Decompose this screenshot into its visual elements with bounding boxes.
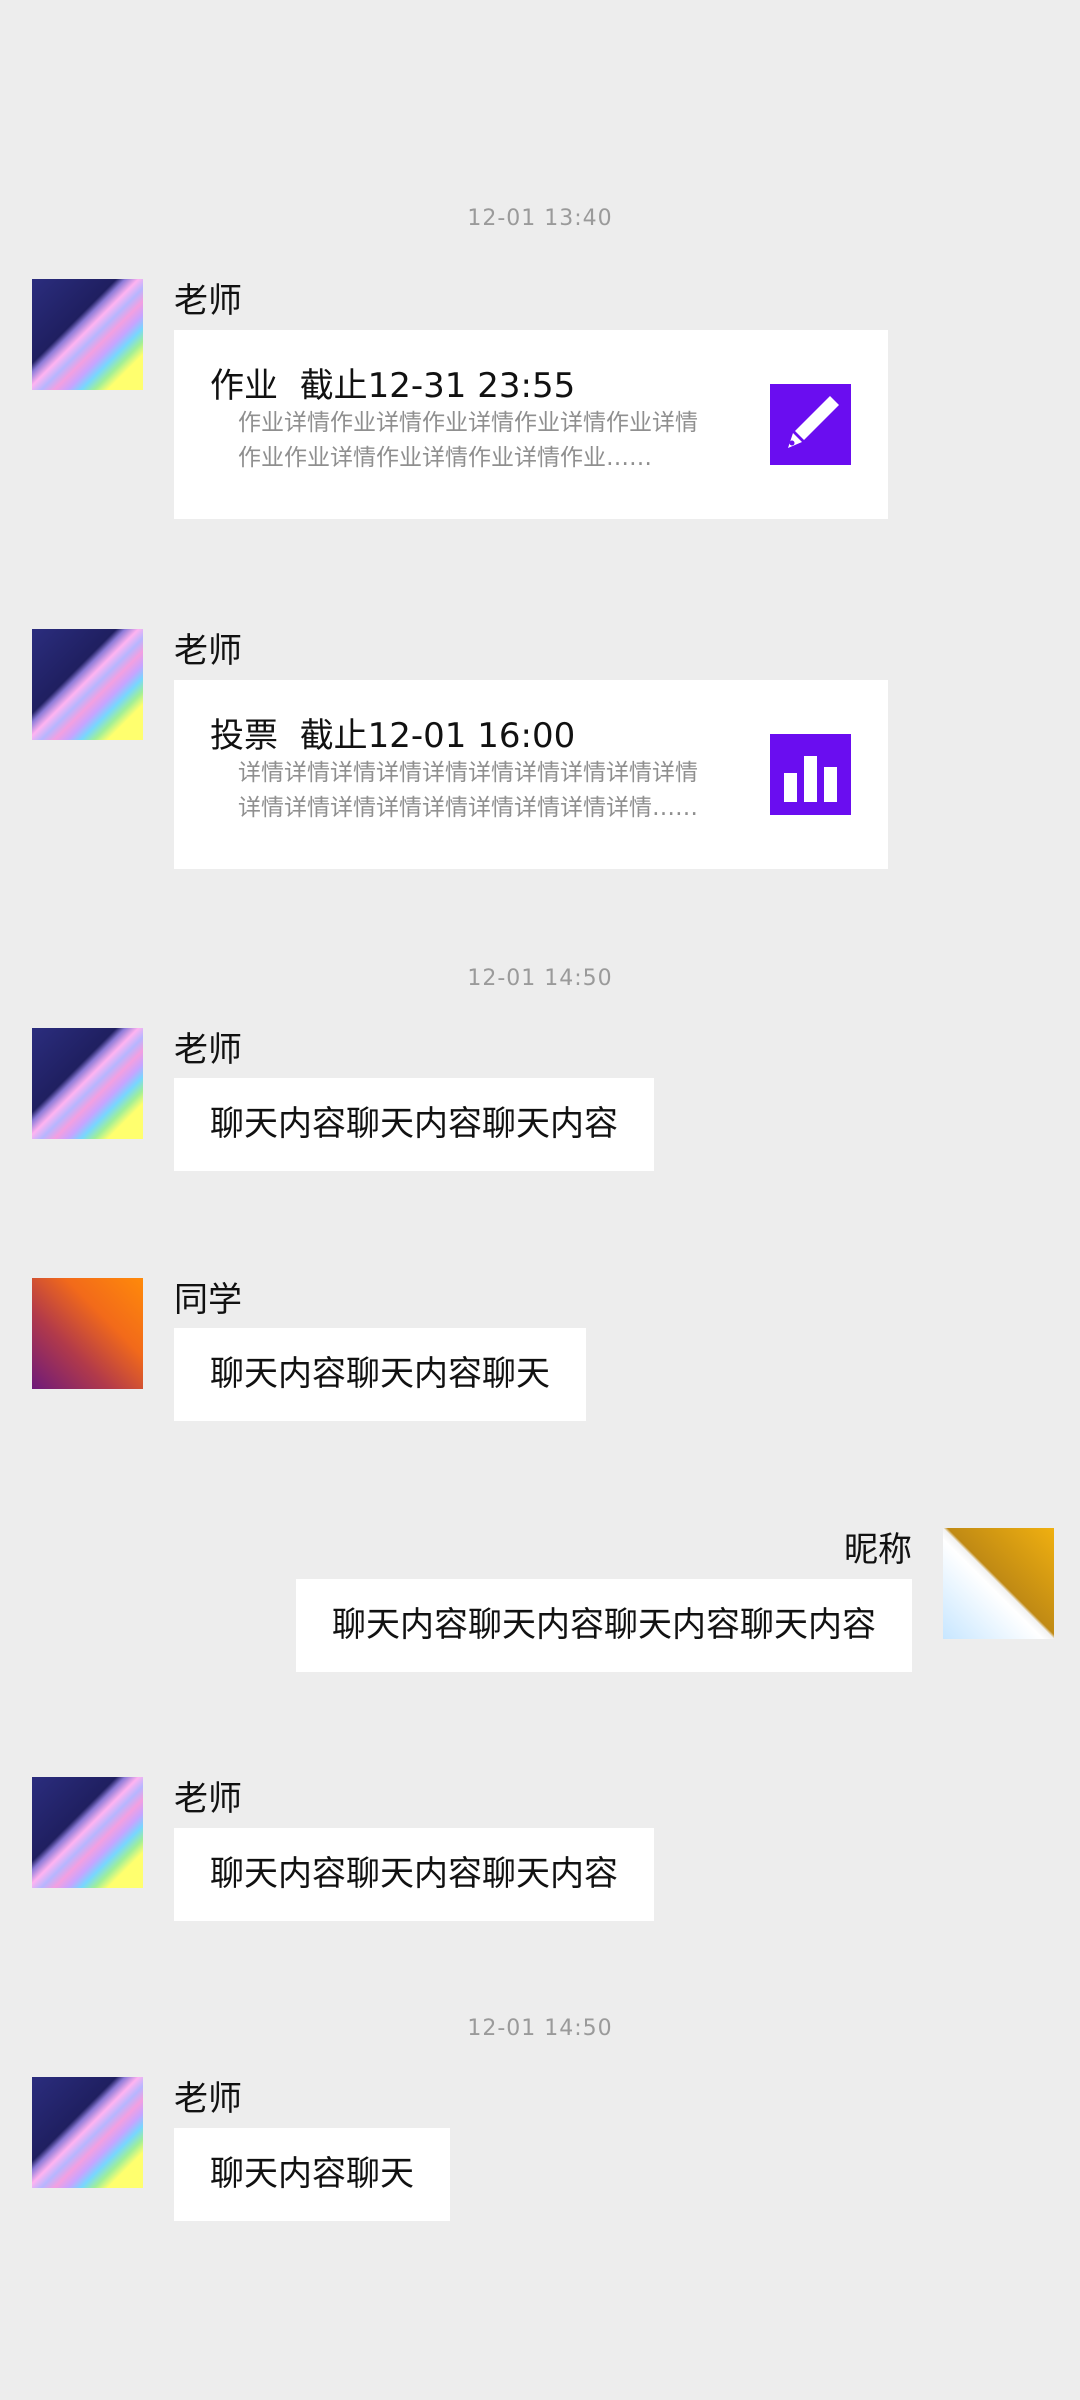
- card-description: 作业详情作业详情作业详情作业详情作业详情 作业作业详情作业详情作业详情作业……: [238, 406, 718, 476]
- card-desc-line: 作业作业详情作业详情作业详情作业……: [238, 445, 652, 471]
- timestamp: 12-01 14:50: [467, 966, 613, 991]
- timestamp: 12-01 13:40: [467, 206, 613, 231]
- message-bubble[interactable]: 聊天内容聊天内容聊天: [174, 1328, 586, 1421]
- card-title: 作业 截止12-31 23:55: [210, 358, 575, 407]
- vote-card[interactable]: 投票 截止12-01 16:00 详情详情详情详情详情详情详情详情详情详情 详情…: [174, 680, 888, 869]
- card-title: 投票 截止12-01 16:00: [210, 708, 575, 757]
- card-desc-line: 作业详情作业详情作业详情作业详情作业详情: [238, 410, 698, 436]
- teacher-avatar[interactable]: [32, 1777, 143, 1888]
- teacher-avatar[interactable]: [32, 2077, 143, 2188]
- message-bubble[interactable]: 聊天内容聊天内容聊天内容聊天内容: [296, 1579, 912, 1672]
- card-description: 详情详情详情详情详情详情详情详情详情详情 详情详情详情详情详情详情详情详情详情……: [238, 756, 718, 826]
- message-bubble[interactable]: 聊天内容聊天内容聊天内容: [174, 1078, 654, 1171]
- student-avatar[interactable]: [32, 1278, 143, 1389]
- bar-chart-icon: [770, 734, 851, 815]
- sender-name: 昵称: [844, 1530, 912, 1570]
- pen-icon: [770, 384, 851, 465]
- message-bubble[interactable]: 聊天内容聊天: [174, 2128, 450, 2221]
- sender-name: 老师: [174, 1779, 242, 1819]
- teacher-avatar[interactable]: [32, 279, 143, 390]
- sender-name: 同学: [174, 1280, 242, 1320]
- self-avatar[interactable]: [943, 1528, 1054, 1639]
- teacher-avatar[interactable]: [32, 1028, 143, 1139]
- sender-name: 老师: [174, 2079, 242, 2119]
- card-desc-line: 详情详情详情详情详情详情详情详情详情详情: [238, 760, 698, 786]
- card-deadline: 截止12-31 23:55: [299, 366, 576, 406]
- sender-name: 老师: [174, 281, 242, 321]
- homework-card[interactable]: 作业 截止12-31 23:55 作业详情作业详情作业详情作业详情作业详情 作业…: [174, 330, 888, 519]
- timestamp: 12-01 14:50: [467, 2016, 613, 2041]
- teacher-avatar[interactable]: [32, 629, 143, 740]
- card-deadline: 截止12-01 16:00: [299, 716, 576, 756]
- sender-name: 老师: [174, 1030, 242, 1070]
- card-kind: 作业: [210, 366, 278, 406]
- message-bubble[interactable]: 聊天内容聊天内容聊天内容: [174, 1828, 654, 1921]
- card-kind: 投票: [210, 716, 278, 756]
- card-desc-line: 详情详情详情详情详情详情详情详情详情……: [238, 795, 698, 821]
- sender-name: 老师: [174, 631, 242, 671]
